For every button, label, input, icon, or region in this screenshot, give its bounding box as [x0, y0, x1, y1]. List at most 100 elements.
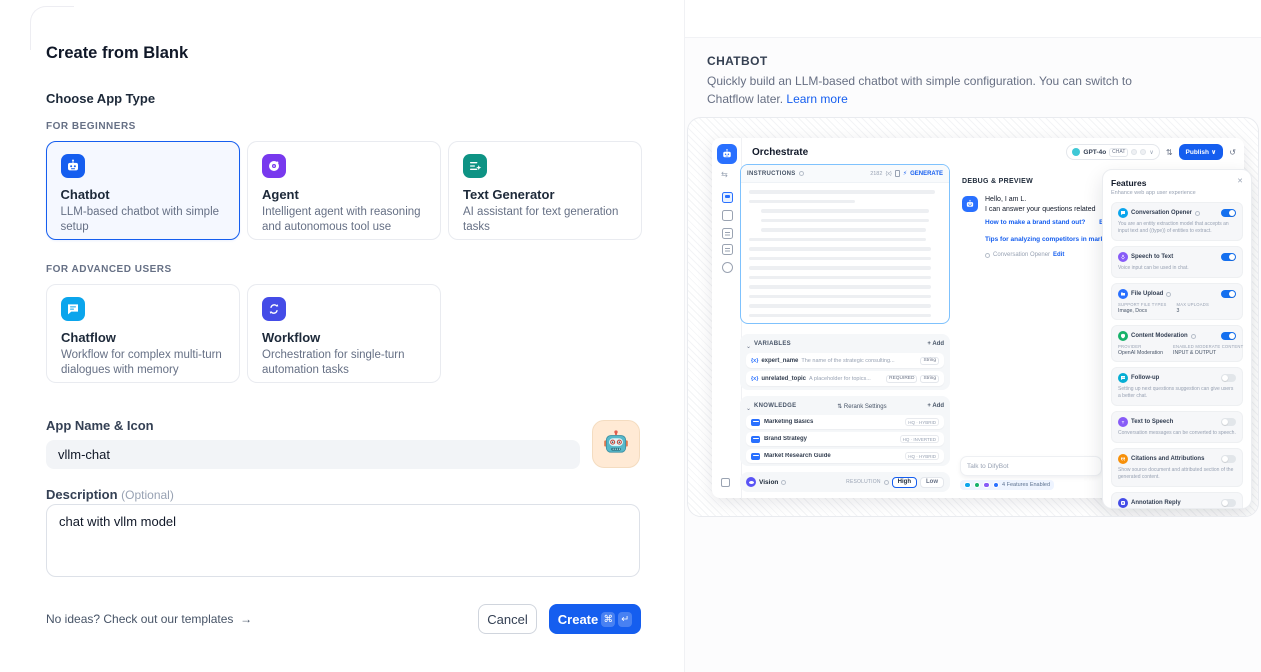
chevron-down-icon: ∨: [1149, 149, 1153, 156]
history-icon: ↺: [1229, 148, 1236, 157]
create-button[interactable]: Create ⌘ ↵: [549, 604, 641, 634]
variable-icon: {x}: [751, 376, 758, 382]
info-icon: [781, 480, 786, 485]
group-label-beginners: FOR BEGINNERS: [46, 121, 136, 132]
advanced-cards-row: Chatflow Workflow for complex multi-turn…: [46, 284, 441, 383]
app-type-card-workflow[interactable]: Workflow Orchestration for single-turn a…: [247, 284, 441, 383]
text-to-speech-toggle: [1221, 418, 1236, 427]
dataset-icon: [751, 453, 760, 460]
app-type-card-agent[interactable]: Agent Intelligent agent with reasoning a…: [247, 141, 441, 240]
app-avatar-robot-icon: [717, 144, 737, 164]
required-badge: REQUIRED: [886, 375, 917, 383]
features-enabled-bar: 4 Features Enabled: [960, 480, 1054, 490]
card-title: Chatflow: [61, 330, 225, 345]
close-icon: ✕: [1237, 178, 1243, 186]
file-upload-toggle: [1221, 290, 1236, 299]
collapse-icon: [721, 478, 730, 487]
instructions-title: INSTRUCTIONS: [747, 171, 796, 177]
variable-icon: {x}: [751, 358, 758, 364]
variable-braces-icon: {x}: [885, 171, 891, 177]
card-desc: Orchestration for single-turn automation…: [262, 348, 426, 378]
model-selector: GPT-4o CHAT ∨: [1066, 144, 1159, 160]
learn-more-link[interactable]: Learn more: [786, 92, 847, 106]
beginner-cards-row: Chatbot LLM-based chatbot with simple se…: [46, 141, 642, 240]
publish-button: Publish∨: [1179, 144, 1224, 160]
text-to-speech-icon: T: [1118, 417, 1128, 427]
instructions-skeleton-text: [741, 183, 949, 324]
variable-row: {x} unrelated_topic A placeholder for to…: [746, 371, 944, 386]
generate-spark-icon: ⚡: [903, 170, 907, 177]
variable-type-badge: String: [920, 375, 939, 383]
vision-row: Vision RESOLUTION High Low: [740, 472, 950, 492]
card-title: Chatbot: [61, 187, 226, 202]
vision-eye-icon: [746, 477, 756, 487]
dataset-icon: [751, 419, 760, 426]
add-knowledge-button: + Add: [927, 403, 944, 409]
workflow-icon: [262, 297, 286, 321]
nav-logs-icon: [722, 244, 733, 255]
chevron-down-icon: [746, 397, 751, 415]
citations-toggle: [1221, 455, 1236, 464]
add-variable-button: + Add: [927, 341, 944, 347]
conversation-opener-icon: [1118, 208, 1128, 218]
bot-avatar-icon: [962, 196, 978, 212]
variable-row: {x} expert_name The name of the strategi…: [746, 353, 944, 368]
preview-sidebar: ⇆: [712, 138, 742, 498]
nav-settings-icon: [722, 262, 733, 273]
page-title: Create from Blank: [46, 44, 188, 63]
model-settings-icon: ⇅: [1166, 148, 1173, 157]
app-type-card-text-generator[interactable]: Text Generator AI assistant for text gen…: [448, 141, 642, 240]
chevron-down-icon: [746, 335, 751, 353]
features-title: Features: [1111, 178, 1146, 188]
index-mode-badge: HQ · HYBRID: [905, 452, 939, 460]
speech-to-text-mini-icon: [983, 482, 990, 489]
index-mode-badge: HQ · HYBRID: [905, 418, 939, 426]
nav-api-icon: [722, 228, 733, 239]
card-desc: Intelligent agent with reasoning and aut…: [262, 205, 426, 235]
feature-card-conversation-opener: Conversation Opener You are an entity ex…: [1111, 202, 1243, 241]
svg-text:T: T: [1122, 419, 1125, 424]
feature-card-speech-to-text: Speech to Text Voice input can be used i…: [1111, 246, 1243, 278]
follow-up-icon: [1118, 373, 1128, 383]
model-param-icon: [1131, 149, 1137, 155]
optional-hint: (Optional): [121, 488, 174, 502]
copy-icon: [895, 170, 900, 177]
templates-link[interactable]: No ideas? Check out our templates →: [46, 612, 252, 626]
features-panel: Features ✕ Enhance web app user experien…: [1102, 169, 1252, 509]
suggested-question: How to make a brand stand out?: [985, 218, 1085, 228]
info-icon: [1166, 292, 1171, 297]
cancel-button[interactable]: Cancel: [478, 604, 537, 634]
knowledge-row: Brand Strategy HQ · INVERTED: [746, 432, 944, 446]
knowledge-panel: KNOWLEDGE ⇅ Rerank Settings + Add Market…: [740, 396, 950, 466]
feature-card-follow-up: Follow-up Setting up next questions sugg…: [1111, 367, 1243, 406]
description-input[interactable]: chat with vllm model: [46, 504, 640, 577]
app-type-card-chatflow[interactable]: Chatflow Workflow for complex multi-turn…: [46, 284, 240, 383]
robot-emoji-icon: [602, 429, 630, 460]
app-name-input[interactable]: [46, 440, 580, 469]
instructions-panel: INSTRUCTIONS 2182 {x} ⚡ GENERATE: [740, 164, 950, 324]
character-count: 2182: [870, 171, 882, 177]
choose-app-type-title: Choose App Type: [46, 91, 155, 106]
follow-up-toggle: [1221, 374, 1236, 383]
nav-orchestrate-icon: [722, 192, 733, 203]
nav-assets-icon: [722, 210, 733, 221]
chat-input: Talk to DifyBot: [960, 456, 1102, 476]
resolution-low-option: Low: [920, 477, 944, 488]
chatflow-icon: [61, 297, 85, 321]
card-title: Text Generator: [463, 187, 627, 202]
app-name-label: App Name & Icon: [46, 418, 154, 433]
preview-description: Quickly build an LLM-based chatbot with …: [707, 72, 1159, 108]
create-form-panel: Create from Blank Choose App Type FOR BE…: [0, 0, 684, 672]
feature-card-citations: Citations and Attributions Show source d…: [1111, 448, 1243, 487]
info-icon: [1191, 334, 1196, 339]
resolution-high-option: High: [892, 477, 917, 488]
app-icon-button[interactable]: [592, 420, 640, 468]
opener-target-icon: [985, 253, 990, 258]
card-title: Workflow: [262, 330, 426, 345]
feature-card-content-moderation: Content Moderation PROVIDEROpenAI Modera…: [1111, 325, 1243, 362]
card-desc: Workflow for complex multi-turn dialogue…: [61, 348, 225, 378]
variables-title: VARIABLES: [754, 341, 791, 347]
conversation-opener-mini-icon: [964, 482, 971, 489]
variable-type-badge: String: [920, 357, 939, 365]
app-type-card-chatbot[interactable]: Chatbot LLM-based chatbot with simple se…: [46, 141, 240, 240]
